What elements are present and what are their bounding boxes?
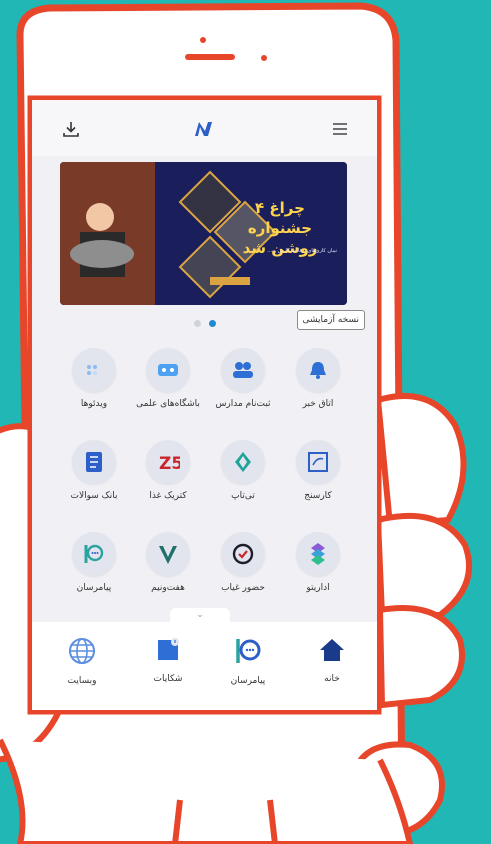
- tile-videos[interactable]: ویدئوها: [54, 348, 134, 409]
- tile-label: تی‌تاپ: [231, 491, 255, 501]
- tile-label: ثبت‌نام مدارس: [215, 399, 271, 409]
- tile-label: کتریک غذا: [149, 491, 187, 501]
- complaints-icon: [158, 638, 179, 660]
- attendance-icon: [221, 532, 265, 576]
- bell-icon: [296, 348, 340, 392]
- nav-website[interactable]: وبسایت: [42, 636, 122, 686]
- tile-label: کارسنج: [304, 491, 332, 501]
- tile-haftonim[interactable]: هفت‌ونیم: [128, 532, 208, 593]
- tile-label: باشگاه‌های علمی: [136, 399, 200, 409]
- tile-label: اتاق خبر: [302, 399, 334, 409]
- question-bank-icon: [72, 440, 116, 484]
- bottom-navigation: خانه پیامرسان شکایات وبسایت: [32, 622, 377, 710]
- nav-label: پیامرسان: [230, 676, 266, 686]
- tile-titap[interactable]: تی‌تاپ: [203, 440, 283, 501]
- tile-attendance[interactable]: حضور غیاب: [203, 532, 283, 593]
- home-icon: [320, 639, 344, 661]
- download-icon[interactable]: [58, 116, 84, 142]
- tile-label: ویدئوها: [80, 399, 108, 409]
- food-icon: Z5: [146, 440, 190, 484]
- banner-subtitle: تبیان کاری‌های، رقابت کارش و ...: [267, 248, 337, 254]
- tile-question-bank[interactable]: بانک سوالات: [54, 440, 134, 501]
- nav-messenger[interactable]: پیامرسان: [208, 636, 288, 686]
- hamburger-menu-icon[interactable]: [327, 116, 353, 142]
- expand-chevron-icon[interactable]: ⌄: [170, 608, 230, 622]
- club-icon: [146, 348, 190, 392]
- trial-version-badge: نسخه آزمایشی: [296, 310, 365, 330]
- top-bar: [32, 100, 377, 156]
- nav-label: وبسایت: [67, 676, 97, 686]
- tile-catering[interactable]: Z5 کتریک غذا: [128, 440, 208, 501]
- video-icon: [72, 348, 116, 392]
- tile-karsanj[interactable]: کارسنج: [278, 440, 358, 501]
- n-logo-icon: [192, 116, 218, 142]
- nav-label: شکایات: [153, 674, 183, 684]
- nav-label: خانه: [324, 674, 340, 684]
- svg-text:Z5: Z5: [159, 454, 180, 473]
- people-icon: [221, 348, 265, 392]
- nav-home[interactable]: خانه: [292, 636, 372, 684]
- nav-complaints[interactable]: شکایات: [128, 636, 208, 684]
- globe-icon: [69, 638, 95, 664]
- promo-banner[interactable]: چراغ ۴ جشنواره روشن شد تبیان کاری‌های، ر…: [60, 162, 347, 305]
- tile-news-room[interactable]: اتاق خبر: [278, 348, 358, 409]
- karsanj-icon: [296, 440, 340, 484]
- tile-school-registration[interactable]: ثبت‌نام مدارس: [203, 348, 283, 409]
- tile-label: اداریتو: [306, 583, 330, 593]
- tile-adarito[interactable]: اداریتو: [278, 532, 358, 593]
- tile-label: پیامرسان: [76, 583, 112, 593]
- tile-label: هفت‌ونیم: [151, 583, 185, 593]
- tile-messenger[interactable]: پیامرسان: [54, 532, 134, 593]
- carousel-dot[interactable]: [193, 320, 201, 327]
- titap-icon: [221, 440, 265, 484]
- tile-label: بانک سوالات: [70, 491, 118, 501]
- app-screen: چراغ ۴ جشنواره روشن شد تبیان کاری‌های، ر…: [32, 100, 377, 710]
- tile-science-clubs[interactable]: باشگاه‌های علمی: [128, 348, 208, 409]
- haftonim-icon: [146, 532, 190, 576]
- adarito-icon: [296, 532, 340, 576]
- tile-label: حضور غیاب: [221, 583, 265, 593]
- carousel-dot-active[interactable]: [208, 320, 216, 327]
- messenger-icon: [236, 639, 261, 663]
- messenger-icon: [72, 532, 116, 576]
